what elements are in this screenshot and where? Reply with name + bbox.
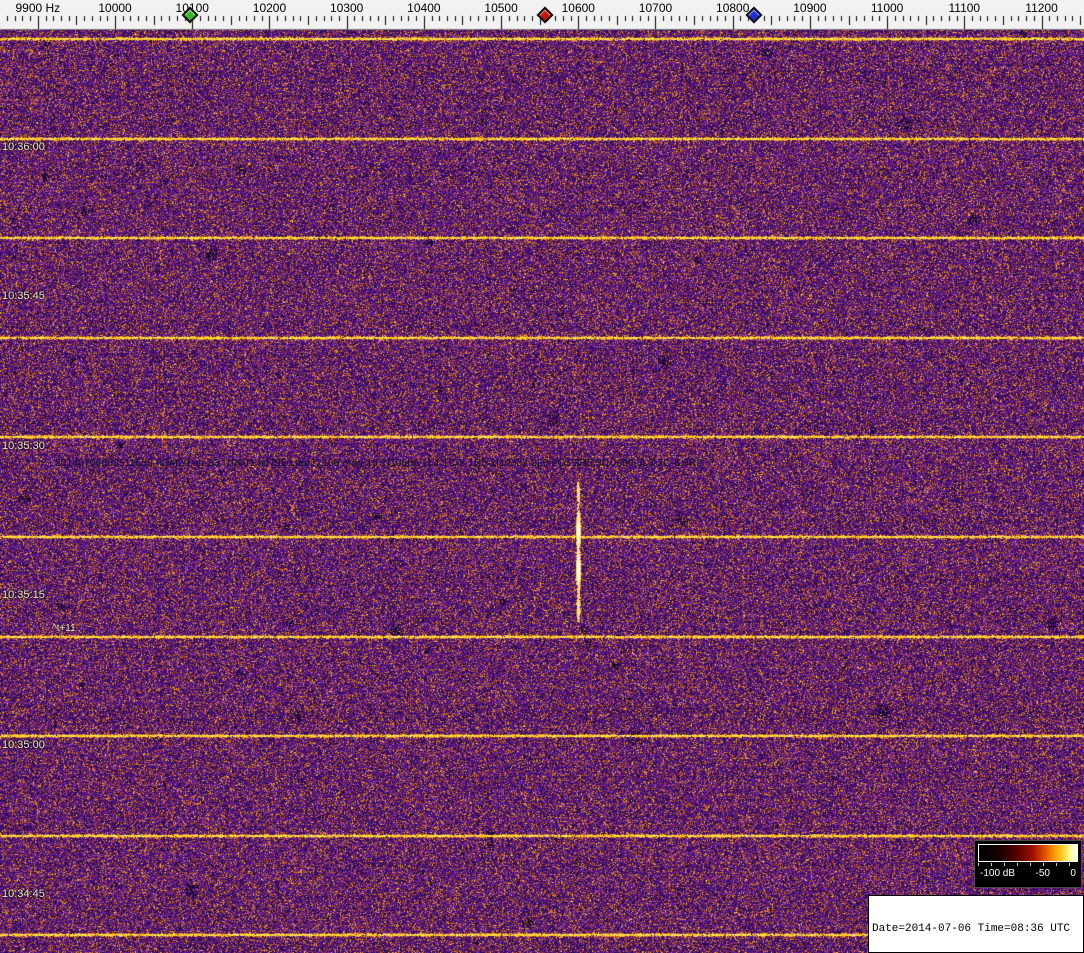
db-label-mid: -50: [1035, 868, 1050, 879]
spectrogram-stage: 9900 Hz100001010010200103001040010500106…: [0, 0, 1084, 953]
time-label: 10:36:00: [2, 141, 45, 153]
db-label-min: -100 dB: [980, 868, 1016, 879]
db-label-max: 0: [1070, 868, 1076, 879]
db-scale-legend: -100 dB -50 0: [974, 840, 1082, 888]
meteor-detection-annotation: 20140706083511580 hCnt29 nb-83 f10601 hi…: [55, 458, 703, 469]
time-label: 10:34:45: [2, 888, 45, 900]
time-label: 10:35:15: [2, 589, 45, 602]
info-line-date: Date=2014-07-06 Time=08:36 UTC: [872, 923, 1071, 935]
time-label: 10:35:45: [2, 290, 45, 303]
time-label: 10:35:30: [2, 439, 45, 452]
db-gradient-bar: [978, 844, 1078, 862]
db-scale-ticks: [978, 863, 1078, 866]
observation-info-box: Date=2014-07-06 Time=08:36 UTC Freq=143 …: [868, 895, 1084, 953]
waterfall-overlays: 20140706083511580 hCnt29 nb-83 f10601 hi…: [0, 0, 1084, 953]
db-scale-labels: -100 dB -50 0: [978, 868, 1078, 879]
time-offset-marker: ^t+11: [52, 623, 76, 634]
time-label: 10:35:00: [2, 738, 45, 751]
